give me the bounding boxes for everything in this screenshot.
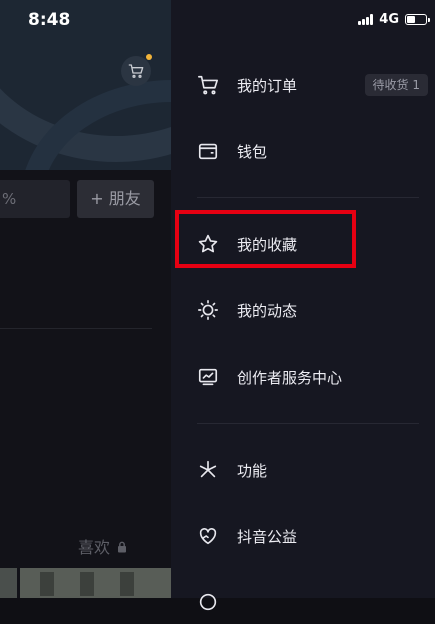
notification-dot <box>146 54 152 60</box>
profile-banner <box>0 0 171 170</box>
menu-item-charity[interactable]: 抖音公益 <box>171 514 435 558</box>
menu-item-features[interactable]: 功能 <box>171 448 435 492</box>
status-bar: 4G <box>358 12 430 27</box>
shop-cart-button[interactable] <box>121 54 152 86</box>
sun-icon <box>197 299 219 321</box>
menu-item-label: 我的动态 <box>237 301 298 320</box>
menu-item-moments[interactable]: 我的动态 <box>171 288 435 332</box>
video-thumbnail[interactable] <box>0 568 17 598</box>
divider <box>0 328 152 329</box>
chart-monitor-icon <box>197 366 219 388</box>
menu-item-label: 抖音公益 <box>237 527 298 546</box>
add-friend-button[interactable]: + 朋友 <box>77 180 154 218</box>
cart-icon <box>128 64 144 78</box>
cart-icon <box>197 74 219 96</box>
video-thumbnail[interactable] <box>20 568 171 598</box>
menu-item-label: 钱包 <box>237 142 268 161</box>
signal-icon <box>358 14 374 25</box>
heart-hands-icon <box>197 525 219 547</box>
menu-item-label: 功能 <box>237 461 268 480</box>
circle-icon <box>197 591 219 613</box>
wallet-icon <box>197 140 219 162</box>
menu-item-creator-center[interactable]: 创作者服务中心 <box>171 355 435 399</box>
edit-profile-button[interactable]: % <box>0 180 70 218</box>
side-drawer: 4G 我的订单 待收货 1 钱包 我的收藏 我的动态 创作者服务中心 功能 抖音… <box>171 0 435 611</box>
menu-item-label: 我的订单 <box>237 76 298 95</box>
menu-item-label: 创作者服务中心 <box>237 368 343 387</box>
menu-item-partial[interactable] <box>171 580 435 624</box>
asterisk-icon <box>197 459 219 481</box>
menu-item-wallet[interactable]: 钱包 <box>171 129 435 173</box>
divider <box>197 197 419 198</box>
status-time: 8:48 <box>28 10 71 30</box>
menu-item-orders[interactable]: 我的订单 待收货 1 <box>171 63 435 107</box>
likes-tab[interactable]: 喜欢 <box>78 534 127 558</box>
lock-icon <box>118 541 127 553</box>
divider <box>197 423 419 424</box>
pending-receipt-badge: 待收货 1 <box>364 74 428 96</box>
profile-background: 8:48 % + 朋友 喜欢 <box>0 0 171 598</box>
highlight-box <box>175 210 356 268</box>
battery-icon <box>405 14 430 25</box>
likes-tab-label: 喜欢 <box>78 538 111 557</box>
network-type: 4G <box>379 12 399 27</box>
